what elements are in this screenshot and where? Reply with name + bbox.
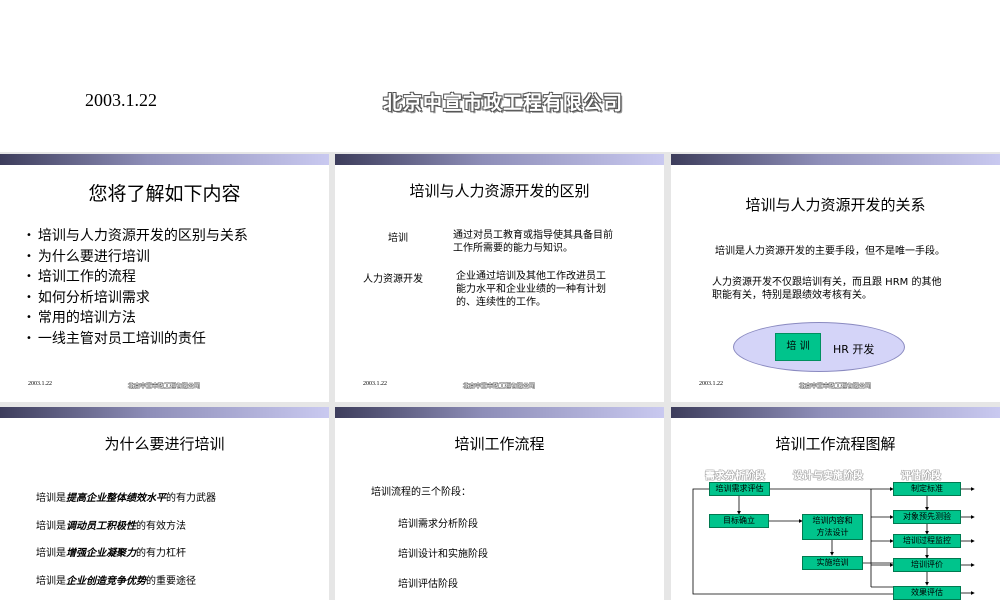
slide-footer-company: 北京中宣市政工程有限公司 xyxy=(128,383,201,390)
reason-line: 培训是提高企业整体绩效水平的有力武器 xyxy=(36,493,216,504)
flow-box-standard: 制定标准 xyxy=(893,482,961,496)
reason-line: 培训是增强企业凝聚力的有力杠杆 xyxy=(36,548,186,559)
flow-box-implement: 实施培训 xyxy=(802,556,863,570)
slide-footer-company: 北京中宣市政工程有限公司 xyxy=(463,383,536,390)
flow-box-monitor: 培训过程监控 xyxy=(893,534,961,548)
flow-box-goal-setting: 目标确立 xyxy=(709,514,769,528)
slide-1[interactable]: 您将了解如下内容 • 培训与人力资源开发的区别与关系 • 为什么要进行培训 • 培训工… xyxy=(0,154,329,402)
slide-title-bar xyxy=(335,154,664,165)
slide-title-bar xyxy=(0,154,329,165)
process-stage: 培训评估阶段 xyxy=(398,579,458,590)
slide-footer-date: 2003.1.22 xyxy=(699,381,723,387)
slide-3[interactable]: 培训与人力资源开发的关系 培训是人力资源开发的主要手段，但不是唯一手段。 人力资… xyxy=(671,154,1000,402)
reason-line: 培训是企业创造竞争优势的重要途径 xyxy=(36,576,196,587)
term-training: 培训 xyxy=(388,233,408,244)
slide-title: 您将了解如下内容 xyxy=(88,183,241,205)
bullet-list: • 培训与人力资源开发的区别与关系 • 为什么要进行培训 • 培训工作的流程 • 如何分… xyxy=(26,226,248,349)
slide-title-bar xyxy=(0,407,329,418)
slide-6[interactable]: 培训工作流程图解 需求分析阶段 设计与实施阶段 评估阶段 培训需求评估 目标确立… xyxy=(671,407,1000,600)
slide-title: 为什么要进行培训 xyxy=(104,435,225,453)
training-box: 培 训 xyxy=(775,333,821,361)
process-stage: 培训需求分析阶段 xyxy=(398,519,478,530)
process-stage: 培训设计和实施阶段 xyxy=(398,549,488,560)
header-date: 2003.1.22 xyxy=(85,90,157,110)
slide-5[interactable]: 培训工作流程 培训流程的三个阶段： 培训需求分析阶段 培训设计和实施阶段 培训评… xyxy=(335,407,664,600)
slide-title: 培训工作流程 xyxy=(454,435,545,453)
list-item: • 为什么要进行培训 xyxy=(26,248,150,265)
definition-hr-development: 企业通过培训及其他工作改进员工 能力水平和企业业绩的一种有计划 的、连续性的工作… xyxy=(456,271,606,308)
flow-box-pretest: 对象预先测验 xyxy=(893,510,961,524)
hr-development-label: HR 开发 xyxy=(833,343,875,356)
paragraph: 培训是人力资源开发的主要手段，但不是唯一手段。 xyxy=(715,246,945,257)
list-item: • 一线主管对员工培训的责任 xyxy=(26,330,206,347)
list-item: • 常用的培训方法 xyxy=(26,310,136,326)
slide-2[interactable]: 培训与人力资源开发的区别 培训 通过对员工教育或指导使其具备目前 工作所需要的能… xyxy=(335,154,664,402)
reason-line: 培训是调动员工积极性的有效方法 xyxy=(36,521,186,532)
list-item: • 培训与人力资源开发的区别与关系 xyxy=(26,228,248,244)
term-hr-development: 人力资源开发 xyxy=(363,274,423,285)
slide-title-bar xyxy=(671,154,1000,165)
slide-title: 培训与人力资源开发的关系 xyxy=(745,196,926,214)
slide-title: 培训与人力资源开发的区别 xyxy=(409,182,590,200)
list-item: • 如何分析培训需求 xyxy=(26,289,150,306)
slide-title-bar xyxy=(335,407,664,418)
header-company-name: 北京中宣市政工程有限公司 xyxy=(383,92,624,114)
slide-4[interactable]: 为什么要进行培训 培训是提高企业整体绩效水平的有力武器 培训是调动员工积极性的有… xyxy=(0,407,329,600)
flow-box-needs-assessment: 培训需求评估 xyxy=(709,482,770,496)
slide-footer-date: 2003.1.22 xyxy=(363,381,387,387)
flow-box-evaluate: 培训评价 xyxy=(893,558,961,572)
slide-footer-company: 北京中宣市政工程有限公司 xyxy=(799,383,872,390)
paragraph: 人力资源开发不仅跟培训有关，而且跟 HRM 的其他 职能有关，特别是跟绩效考核有… xyxy=(712,277,942,301)
flow-box-content-design: 培训内容和 方法设计 xyxy=(802,514,863,540)
flow-box-results: 效果评估 xyxy=(893,586,961,600)
definition-training: 通过对员工教育或指导使其具备目前 工作所需要的能力与知识。 xyxy=(453,230,613,254)
slide-footer-date: 2003.1.22 xyxy=(28,381,52,387)
document-header: 2003.1.22 北京中宣市政工程有限公司 xyxy=(0,0,1000,152)
process-intro: 培训流程的三个阶段： xyxy=(371,487,471,498)
list-item: • 培训工作的流程 xyxy=(26,269,136,285)
